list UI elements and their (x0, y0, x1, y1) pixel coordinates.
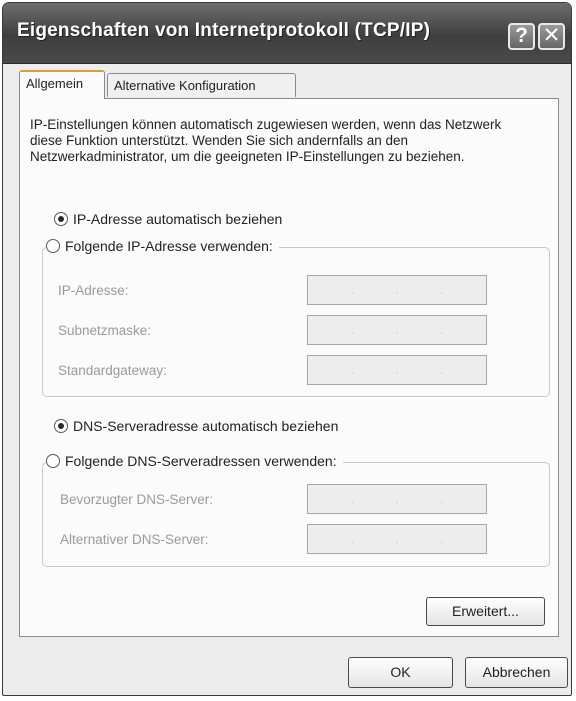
preferred-dns-field[interactable]: . . . (307, 484, 487, 514)
alternate-dns-label: Alternativer DNS-Server: (60, 532, 209, 547)
window-title: Eigenschaften von Internetprotokoll (TCP… (17, 20, 431, 41)
ip-manual-option[interactable]: Folgende IP-Adresse verwenden: (46, 238, 279, 254)
dialog-window: Eigenschaften von Internetprotokoll (TCP… (2, 2, 572, 696)
close-icon: ✕ (542, 24, 561, 47)
ip-separator: . (350, 283, 354, 297)
intro-text: IP-Einstellungen können automatisch zuge… (30, 117, 502, 164)
ip-auto-option[interactable]: IP-Adresse automatisch beziehen (54, 211, 289, 227)
tab-general[interactable]: Allgemein (19, 70, 105, 99)
tab-panel-general: IP-Einstellungen können automatisch zuge… (19, 98, 559, 637)
ip-separator: . (350, 363, 354, 377)
ip-auto-label: IP-Adresse automatisch beziehen (73, 211, 283, 227)
tab-alternative-configuration[interactable]: Alternative Konfiguration (107, 73, 296, 97)
ok-button[interactable]: OK (348, 657, 453, 688)
default-gateway-field[interactable]: . . . (307, 355, 487, 385)
subnet-mask-field[interactable]: . . . (307, 315, 487, 345)
alternate-dns-field[interactable]: . . . (307, 524, 487, 554)
ip-separator: . (439, 323, 444, 337)
dns-manual-option[interactable]: Folgende DNS-Serveradressen verwenden: (46, 453, 343, 469)
cancel-button[interactable]: Abbrechen (465, 657, 568, 688)
ip-separator: . (439, 532, 444, 546)
dns-auto-radio[interactable] (54, 419, 68, 433)
dns-auto-label: DNS-Serveradresse automatisch beziehen (73, 418, 339, 434)
ip-manual-label: Folgende IP-Adresse verwenden: (65, 238, 273, 254)
dns-manual-radio[interactable] (46, 454, 60, 468)
subnet-mask-label: Subnetzmaske: (58, 323, 152, 338)
ip-separator: . (350, 532, 354, 546)
ip-separator: . (439, 492, 444, 506)
ip-separator: . (395, 363, 399, 377)
ip-address-label: IP-Adresse: (58, 283, 129, 298)
ip-separator: . (395, 532, 399, 546)
ip-separator: . (395, 492, 399, 506)
ip-separator: . (350, 323, 354, 337)
dns-manual-label: Folgende DNS-Serveradressen verwenden: (65, 453, 337, 469)
ip-separator: . (395, 283, 399, 297)
ip-manual-radio[interactable] (46, 239, 60, 253)
ip-auto-radio[interactable] (54, 212, 68, 226)
help-icon: ? (515, 24, 528, 47)
advanced-button[interactable]: Erweitert... (426, 597, 545, 626)
ip-separator: . (395, 323, 399, 337)
preferred-dns-label: Bevorzugter DNS-Server: (60, 492, 214, 507)
ip-separator: . (439, 363, 444, 377)
ip-address-field[interactable]: . . . (307, 275, 487, 305)
dns-auto-option[interactable]: DNS-Serveradresse automatisch beziehen (54, 418, 345, 434)
help-button[interactable]: ? (508, 23, 535, 50)
close-button[interactable]: ✕ (538, 23, 565, 50)
title-bar[interactable]: Eigenschaften von Internetprotokoll (TCP… (3, 3, 571, 64)
ip-separator: . (350, 492, 354, 506)
default-gateway-label: Standardgateway: (58, 363, 167, 378)
ip-separator: . (439, 283, 444, 297)
